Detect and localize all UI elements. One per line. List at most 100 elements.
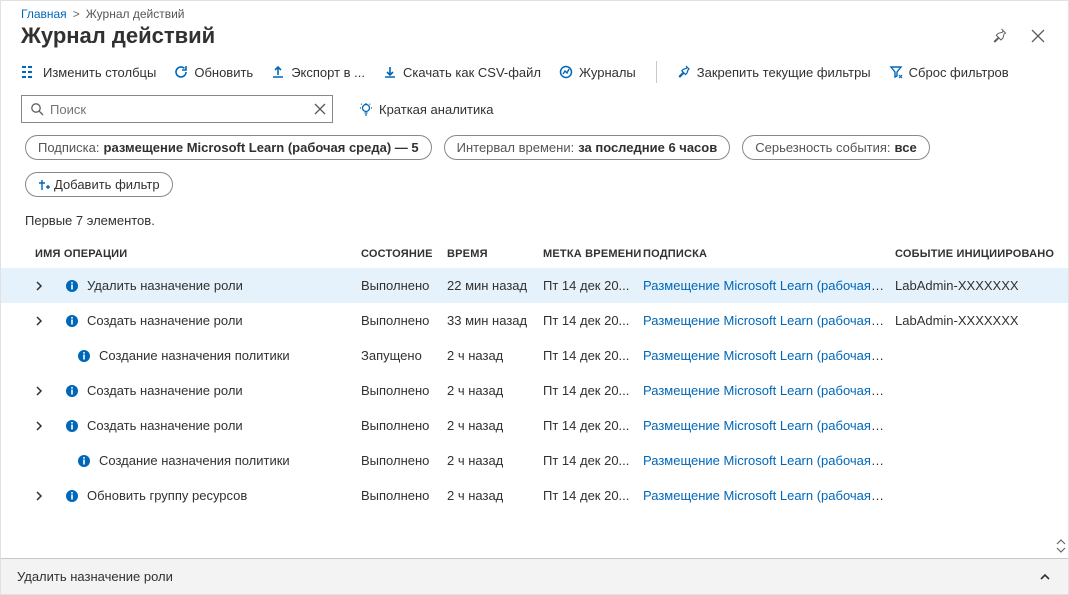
subscription-link[interactable]: Размещение Microsoft Learn (рабочая сред… [643, 313, 895, 328]
info-icon [65, 489, 79, 503]
chevron-up-icon[interactable] [1038, 570, 1052, 584]
filter-timerange-value: за последние 6 часов [578, 140, 717, 155]
time-cell: 2 ч назад [447, 418, 543, 433]
pin-filters-icon [677, 65, 691, 79]
scroll-indicator [1056, 538, 1066, 554]
col-operation[interactable]: ИМЯ ОПЕРАЦИИ [35, 248, 361, 260]
col-time[interactable]: ВРЕМЯ [447, 248, 543, 260]
table-row[interactable]: Создание назначения политикиВыполнено2 ч… [1, 443, 1068, 478]
operation-name: Удалить назначение роли [87, 278, 243, 293]
export-label: Экспорт в ... [291, 65, 365, 80]
subscription-link[interactable]: Размещение Microsoft Learn (рабочая сред… [643, 453, 895, 468]
table-row[interactable]: Создание назначения политики Запущено2 ч … [1, 338, 1068, 373]
col-timestamp[interactable]: МЕТКА ВРЕМЕНИ [543, 248, 643, 260]
expand-icon[interactable] [35, 386, 43, 396]
info-icon [65, 314, 79, 328]
info-icon [77, 349, 91, 363]
subscription-link[interactable]: Размещение Microsoft Learn (рабочая сред… [643, 418, 895, 433]
add-filter-icon [38, 179, 50, 191]
detail-panel[interactable]: Удалить назначение роли [1, 558, 1068, 594]
time-cell: 33 мин назад [447, 313, 543, 328]
reset-filters-icon [889, 65, 903, 79]
operation-name: Создание назначения политики [99, 348, 290, 363]
download-csv-button[interactable]: Скачать как CSV-файл [383, 65, 541, 80]
expand-icon[interactable] [35, 491, 43, 501]
col-subscription[interactable]: ПОДПИСКА [643, 248, 895, 260]
download-csv-label: Скачать как CSV-файл [403, 65, 541, 80]
filter-severity-value: все [895, 140, 917, 155]
detail-title: Удалить назначение роли [17, 569, 173, 584]
lightbulb-icon [359, 102, 373, 116]
timestamp-cell: Пт 14 дек 20... [543, 383, 643, 398]
time-cell: 2 ч назад [447, 488, 543, 503]
info-icon [65, 279, 79, 293]
initiated-by-cell: LabAdmin-XXXXXXX [895, 278, 1068, 293]
operation-name: Создать назначение роли [87, 418, 243, 433]
table-header: ИМЯ ОПЕРАЦИИ СОСТОЯНИЕ ВРЕМЯ МЕТКА ВРЕМЕ… [1, 240, 1068, 268]
insights-button[interactable]: Краткая аналитика [359, 102, 493, 117]
subscription-link[interactable]: Размещение Microsoft Learn (рабочая сред… [643, 278, 895, 293]
initiated-by-cell: LabAdmin-XXXXXXX [895, 313, 1068, 328]
table-row[interactable]: Обновить группу ресурсовВыполнено2 ч наз… [1, 478, 1068, 513]
info-icon [65, 419, 79, 433]
pin-filters-button[interactable]: Закрепить текущие фильтры [677, 65, 871, 80]
add-filter-button[interactable]: Добавить фильтр [25, 172, 173, 197]
pin-filters-label: Закрепить текущие фильтры [697, 65, 871, 80]
table-row[interactable]: Удалить назначение ролиВыполнено22 мин н… [1, 268, 1068, 303]
toolbar-separator [656, 61, 657, 83]
logs-label: Журналы [579, 65, 636, 80]
result-count: Первые 7 элементов. [1, 209, 1068, 240]
edit-columns-label: Изменить столбцы [43, 65, 156, 80]
subscription-link[interactable]: Размещение Microsoft Learn (рабочая сред… [643, 348, 895, 363]
edit-columns-button[interactable]: Изменить столбцы [21, 65, 156, 80]
reset-filters-button[interactable]: Сброс фильтров [889, 65, 1009, 80]
filter-severity[interactable]: Серьезность события: все [742, 135, 929, 160]
breadcrumb-home[interactable]: Главная [21, 7, 67, 21]
logs-button[interactable]: Журналы [559, 65, 636, 80]
table-row[interactable]: Создать назначение ролиВыполнено2 ч наза… [1, 408, 1068, 443]
add-filter-label: Добавить фильтр [54, 177, 160, 192]
scroll-down-icon [1056, 546, 1066, 554]
table-row[interactable]: Создать назначение ролиВыполнено2 ч наза… [1, 373, 1068, 408]
refresh-button[interactable]: Обновить [174, 65, 253, 80]
breadcrumb-sep: > [73, 7, 80, 21]
filter-subscription[interactable]: Подписка: размещение Microsoft Learn (ра… [25, 135, 432, 160]
breadcrumb: Главная > Журнал действий [1, 1, 1068, 21]
status-cell: Запущено [361, 348, 447, 363]
columns-icon [21, 65, 37, 79]
expand-icon[interactable] [35, 421, 43, 431]
pin-button[interactable] [988, 24, 1012, 48]
operation-name: Создать назначение роли [87, 383, 243, 398]
clear-search-button[interactable] [314, 103, 326, 115]
time-cell: 2 ч назад [447, 348, 543, 363]
page-title: Журнал действий [21, 23, 215, 49]
activity-table: ИМЯ ОПЕРАЦИИ СОСТОЯНИЕ ВРЕМЯ МЕТКА ВРЕМЕ… [1, 240, 1068, 558]
search-input[interactable] [50, 102, 308, 117]
col-initiated-by[interactable]: СОБЫТИЕ ИНИЦИИРОВАНО [895, 248, 1068, 260]
logs-icon [559, 65, 573, 79]
close-button[interactable] [1026, 24, 1050, 48]
operation-name: Обновить группу ресурсов [87, 488, 247, 503]
toolbar: Изменить столбцы Обновить Экспорт в ... … [1, 55, 1068, 93]
time-cell: 2 ч назад [447, 453, 543, 468]
search-box[interactable] [21, 95, 333, 123]
operation-name: Создать назначение роли [87, 313, 243, 328]
info-icon [65, 384, 79, 398]
reset-filters-label: Сброс фильтров [909, 65, 1009, 80]
close-icon [1030, 28, 1046, 44]
filter-timerange[interactable]: Интервал времени: за последние 6 часов [444, 135, 731, 160]
status-cell: Выполнено [361, 278, 447, 293]
status-cell: Выполнено [361, 383, 447, 398]
expand-icon[interactable] [35, 281, 43, 291]
subscription-link[interactable]: Размещение Microsoft Learn (рабочая сред… [643, 383, 895, 398]
timestamp-cell: Пт 14 дек 20... [543, 313, 643, 328]
export-button[interactable]: Экспорт в ... [271, 65, 365, 80]
export-icon [271, 65, 285, 79]
table-row[interactable]: Создать назначение ролиВыполнено33 мин н… [1, 303, 1068, 338]
scroll-up-icon [1056, 538, 1066, 546]
timestamp-cell: Пт 14 дек 20... [543, 488, 643, 503]
subscription-link[interactable]: Размещение Microsoft Learn (рабочая сред… [643, 488, 895, 503]
search-icon [30, 102, 44, 116]
expand-icon[interactable] [35, 316, 43, 326]
col-status[interactable]: СОСТОЯНИЕ [361, 248, 447, 260]
